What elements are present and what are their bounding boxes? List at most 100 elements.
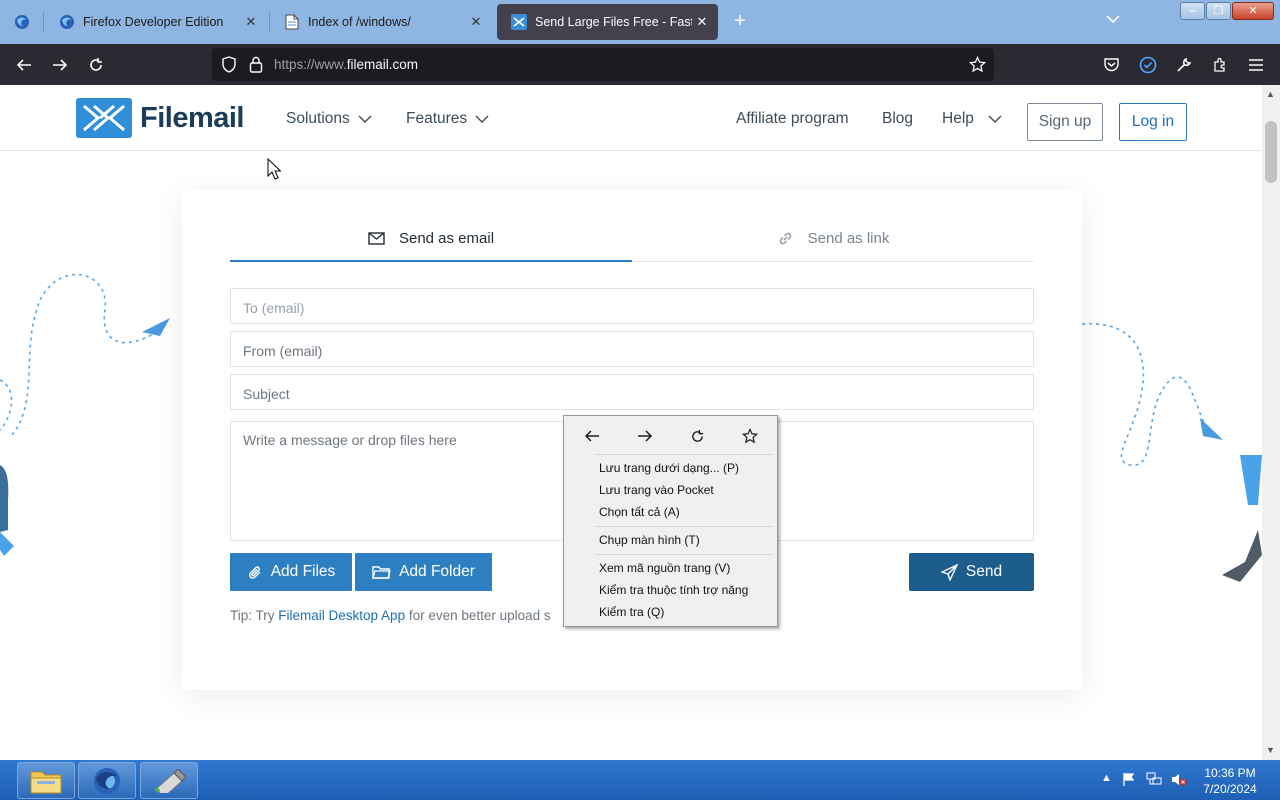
nav-solutions[interactable]: Solutions xyxy=(286,110,372,128)
app-menu-button[interactable] xyxy=(1243,52,1269,78)
show-hidden-icons-arrow-icon[interactable]: ▲ xyxy=(1101,772,1112,784)
back-button[interactable] xyxy=(11,52,37,78)
action-center-flag-icon[interactable] xyxy=(1122,772,1136,789)
developer-tools-button[interactable] xyxy=(1171,52,1197,78)
tab-label: Send Large Files Free - Fast Sec xyxy=(535,15,692,29)
url-text[interactable]: https://www.filemail.com xyxy=(274,57,418,72)
taskbar-firefox[interactable] xyxy=(78,762,136,799)
hamburger-menu-icon xyxy=(1249,59,1263,71)
site-header: Filemail Solutions Features Affiliate pr… xyxy=(0,85,1262,151)
menu-item-select-all[interactable]: Chọn tất cả (A) xyxy=(599,505,680,519)
paper-plane-trail-left-illustration xyxy=(0,273,170,436)
filemail-favicon-icon xyxy=(511,14,527,30)
taskbar-usb-app[interactable] xyxy=(140,762,198,799)
tab-label: Index of /windows/ xyxy=(308,15,411,29)
back-arrow-icon xyxy=(16,59,31,71)
url-bar[interactable]: https://www.filemail.com xyxy=(212,48,994,81)
filemail-logo-icon xyxy=(76,98,132,138)
scroll-up-arrow-icon[interactable]: ▲ xyxy=(1266,89,1275,99)
reload-icon xyxy=(90,58,102,71)
close-window-button[interactable]: ✕ xyxy=(1232,2,1274,20)
firefox-icon xyxy=(59,14,75,30)
paper-plane-icon xyxy=(940,563,958,581)
subject-input[interactable]: Subject xyxy=(230,374,1034,410)
taskbar-file-explorer[interactable] xyxy=(17,762,75,799)
taskbar-clock[interactable]: 10:36 PM 7/20/2024 xyxy=(1196,765,1264,797)
tab-index-of-windows[interactable]: Index of /windows/ ✕ xyxy=(270,4,492,40)
nav-features[interactable]: Features xyxy=(406,110,489,128)
context-forward-arrow-icon[interactable] xyxy=(629,424,661,448)
forward-button[interactable] xyxy=(47,52,73,78)
clock-time: 10:36 PM xyxy=(1204,766,1256,780)
close-tab-icon[interactable]: ✕ xyxy=(692,14,712,30)
browser-toolbar: https://www.filemail.com xyxy=(0,44,1280,85)
context-bookmark-star-icon[interactable] xyxy=(734,424,766,448)
list-all-tabs-chevron-icon[interactable] xyxy=(1106,13,1120,27)
forward-arrow-icon xyxy=(53,59,68,71)
tab-filemail[interactable]: Send Large Files Free - Fast Sec ✕ xyxy=(497,4,718,40)
login-button[interactable]: Log in xyxy=(1119,103,1187,141)
clock-date: 7/20/2024 xyxy=(1203,782,1257,796)
bookmark-star-icon[interactable] xyxy=(968,55,987,78)
tracking-protection-shield-icon[interactable] xyxy=(221,56,237,78)
minimize-window-button[interactable]: – xyxy=(1180,2,1205,20)
from-email-input[interactable]: From (email) xyxy=(230,331,1034,367)
to-email-input[interactable]: To (email) xyxy=(230,288,1034,324)
envelope-icon xyxy=(368,231,385,245)
tab-label: Firefox Developer Edition xyxy=(83,15,224,29)
chevron-down-icon xyxy=(475,115,489,123)
context-back-arrow-icon[interactable] xyxy=(576,424,608,448)
add-files-button[interactable]: Add Files xyxy=(230,553,352,591)
close-tab-icon[interactable]: ✕ xyxy=(466,14,486,30)
context-menu-nav-row xyxy=(576,424,766,448)
check-circle-icon xyxy=(1139,56,1157,74)
pinned-tab-firefox[interactable] xyxy=(0,4,40,40)
add-folder-button[interactable]: Add Folder xyxy=(355,553,492,591)
link-icon xyxy=(777,230,794,247)
mouse-cursor-icon xyxy=(267,158,281,180)
chevron-down-icon xyxy=(358,115,372,123)
desktop-app-link[interactable]: Filemail Desktop App xyxy=(278,608,405,623)
browser-tab-strip: Firefox Developer Edition ✕ Index of /wi… xyxy=(0,0,1280,44)
paperclip-icon xyxy=(247,564,263,581)
document-icon xyxy=(284,14,300,30)
menu-item-save-to-pocket[interactable]: Lưu trang vào Pocket xyxy=(599,483,714,497)
scrollbar-thumb[interactable] xyxy=(1265,121,1277,183)
lock-icon[interactable] xyxy=(249,56,263,78)
menu-item-take-screenshot[interactable]: Chụp màn hình (T) xyxy=(599,533,700,547)
new-tab-plus-icon[interactable]: + xyxy=(730,10,750,33)
signup-button[interactable]: Sign up xyxy=(1027,103,1103,141)
nav-help[interactable]: Help xyxy=(942,110,1002,128)
menu-item-save-page-as[interactable]: Lưu trang dưới dạng... (P) xyxy=(599,461,739,475)
nav-affiliate-program[interactable]: Affiliate program xyxy=(736,110,849,128)
maximize-window-button[interactable]: ❐ xyxy=(1206,2,1231,20)
context-reload-icon[interactable] xyxy=(681,424,713,448)
reload-button[interactable] xyxy=(83,52,109,78)
firefox-icon xyxy=(14,14,30,30)
chevron-down-icon xyxy=(988,115,1002,123)
tab-send-as-email[interactable]: Send as email xyxy=(230,216,632,262)
menu-item-inspect[interactable]: Kiểm tra (Q) xyxy=(599,605,664,619)
menu-item-inspect-accessibility[interactable]: Kiểm tra thuộc tính trợ năng xyxy=(599,583,748,597)
volume-muted-icon[interactable] xyxy=(1171,772,1187,790)
extension-check-button[interactable] xyxy=(1135,52,1161,78)
menu-item-view-page-source[interactable]: Xem mã nguồn trang (V) xyxy=(599,561,730,575)
scroll-down-arrow-icon[interactable]: ▼ xyxy=(1266,745,1275,755)
send-button[interactable]: Send xyxy=(909,553,1034,591)
network-icon[interactable] xyxy=(1146,772,1162,790)
page-scrollbar[interactable]: ▲ ▼ xyxy=(1262,85,1280,760)
tab-firefox-developer-edition[interactable]: Firefox Developer Edition ✕ xyxy=(45,4,267,40)
extensions-button[interactable] xyxy=(1207,52,1233,78)
folder-icon xyxy=(372,565,391,579)
folder-icon xyxy=(30,771,62,793)
context-menu: Lưu trang dưới dạng... (P) Lưu trang vào… xyxy=(563,415,778,627)
puzzle-icon xyxy=(1214,57,1225,72)
pocket-button[interactable] xyxy=(1098,52,1124,78)
tip-text: Tip: Try Filemail Desktop App for even b… xyxy=(230,608,551,623)
pocket-icon xyxy=(1103,58,1119,72)
close-tab-icon[interactable]: ✕ xyxy=(241,14,261,30)
nav-blog[interactable]: Blog xyxy=(882,110,913,128)
filemail-logo[interactable]: Filemail xyxy=(76,98,245,138)
tab-send-as-link[interactable]: Send as link xyxy=(632,216,1034,262)
firefox-icon xyxy=(94,767,120,794)
